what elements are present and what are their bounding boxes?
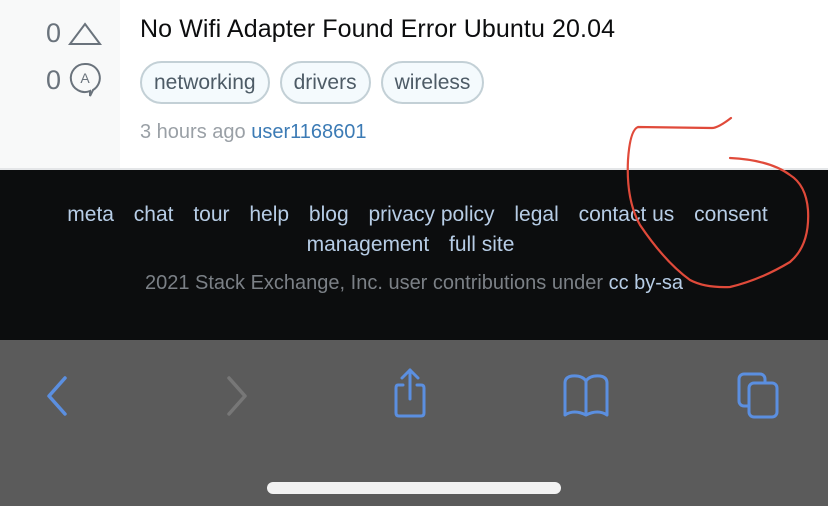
footer-link-contact-us[interactable]: contact us (579, 203, 675, 226)
bookmarks-icon (563, 374, 609, 417)
tag-list: networking drivers wireless (140, 61, 485, 104)
tag-drivers[interactable]: drivers (279, 61, 371, 104)
forward-icon (227, 376, 247, 416)
vote-count-value: 0 (46, 18, 62, 48)
footer-links: meta chat tour help blog privacy policy … (0, 200, 828, 260)
tag-wireless[interactable]: wireless (380, 61, 485, 104)
footer-link-legal[interactable]: legal (514, 203, 558, 226)
tabs-button[interactable] (730, 368, 790, 424)
footer-link-blog[interactable]: blog (309, 203, 349, 226)
question-time: 3 hours ago (140, 121, 246, 143)
upvote-triangle-icon (68, 21, 102, 45)
footer-link-meta[interactable]: meta (67, 203, 114, 226)
footer-link-help[interactable]: help (249, 203, 289, 226)
share-icon (394, 368, 426, 418)
answer-count-value: 0 (46, 64, 62, 95)
footer-link-privacy-policy[interactable]: privacy policy (368, 203, 494, 226)
answer-count: 0 A (46, 62, 102, 98)
footer-link-tour[interactable]: tour (193, 203, 229, 226)
question-author-link[interactable]: user1168601 (251, 121, 366, 143)
tag-networking[interactable]: networking (140, 61, 270, 104)
license-link[interactable]: cc by-sa (609, 272, 683, 294)
copyright-text: 2021 Stack Exchange, Inc. user contribut… (144, 272, 604, 294)
back-button[interactable] (28, 368, 88, 424)
bookmarks-button[interactable] (556, 368, 616, 424)
home-indicator[interactable] (267, 482, 561, 494)
footer-link-full-site[interactable]: full site (449, 233, 514, 256)
question-stats: 0 0 A (0, 0, 120, 168)
footer-link-chat[interactable]: chat (134, 203, 174, 226)
question-summary: 0 0 A No Wifi Adapter Found Error Ubuntu… (0, 0, 828, 170)
question-meta: 3 hours ago user1168601 (140, 121, 367, 144)
share-button[interactable] (380, 362, 440, 424)
svg-text:A: A (80, 70, 90, 86)
tabs-icon (737, 372, 779, 419)
question-title[interactable]: No Wifi Adapter Found Error Ubuntu 20.04 (140, 15, 615, 44)
answer-bubble-icon: A (69, 62, 101, 97)
back-icon (47, 376, 67, 416)
copyright: 2021 Stack Exchange, Inc. user contribut… (0, 272, 828, 295)
vote-count: 0 (46, 18, 102, 49)
forward-button[interactable] (206, 368, 266, 424)
